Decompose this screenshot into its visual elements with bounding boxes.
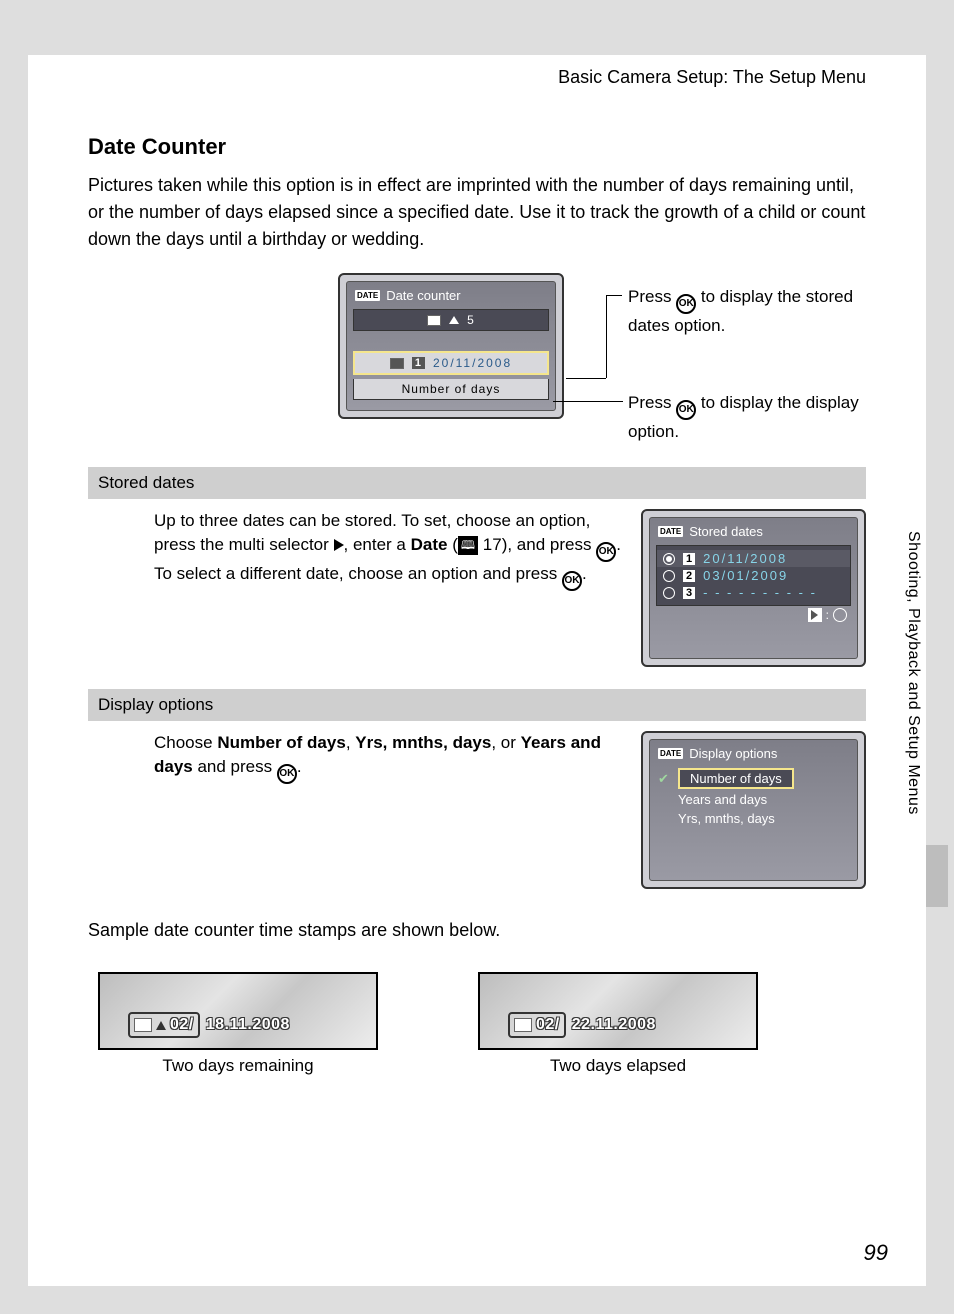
stored-dates-text: Up to three dates can be stored. To set,… xyxy=(154,509,625,667)
date-row-icon xyxy=(390,358,404,369)
date-badge-icon: DATE xyxy=(658,748,683,759)
callout-line xyxy=(553,401,623,402)
ok-button-icon: OK xyxy=(676,294,696,314)
stored-dates-bar: Stored dates xyxy=(88,467,866,499)
side-tab-label: Shooting, Playback and Setup Menus xyxy=(900,523,926,823)
ok-button-icon: OK xyxy=(277,764,297,784)
lcd-row-date-selected: 1 20/11/2008 xyxy=(353,351,549,375)
lcd-title: Stored dates xyxy=(689,524,763,539)
lcd-stored-dates: DATE Stored dates 1 20/11/2008 2 03/01/2… xyxy=(641,509,866,667)
section-title: Date Counter xyxy=(88,134,866,160)
stored-dates-row: Up to three dates can be stored. To set,… xyxy=(88,509,866,681)
lcd-display-options: DATE Display options ✔ Number of days Ye… xyxy=(641,731,866,889)
sample-image: 02/ 22.11.2008 xyxy=(478,972,758,1050)
counter-icon xyxy=(427,315,441,326)
callout-display-option: Press OK to display the display option. xyxy=(628,391,866,444)
stamp-icon xyxy=(514,1018,532,1032)
radio-icon xyxy=(663,570,675,582)
manual-page: Basic Camera Setup: The Setup Menu Date … xyxy=(0,0,954,1314)
display-options-row: Choose Number of days, Yrs, mnths, days,… xyxy=(88,731,866,903)
callout-line xyxy=(566,378,606,379)
sample-caption: Two days remaining xyxy=(98,1056,378,1076)
stored-date-item: 1 20/11/2008 xyxy=(657,550,850,567)
display-option-item: Yrs, mnths, days xyxy=(656,809,851,828)
num-badge-1: 1 xyxy=(412,357,425,369)
page-header: Basic Camera Setup: The Setup Menu xyxy=(88,67,866,88)
date-badge-icon: DATE xyxy=(658,526,683,537)
radio-selected-icon xyxy=(663,553,675,565)
manual-ref-icon: 🕮 xyxy=(458,536,478,555)
check-icon: ✔ xyxy=(658,773,670,785)
display-option-item: Years and days xyxy=(656,790,851,809)
callout-line xyxy=(606,295,607,378)
sample-intro: Sample date counter time stamps are show… xyxy=(88,917,866,944)
right-arrow-icon xyxy=(334,539,344,551)
lcd-date-counter: DATE Date counter 5 1 20/11/2008 Number … xyxy=(338,273,564,419)
stored-date-item: 2 03/01/2009 xyxy=(657,567,850,584)
ok-button-icon: OK xyxy=(562,571,582,591)
ok-button-icon: OK xyxy=(676,400,696,420)
display-option-item: ✔ Number of days xyxy=(656,767,851,790)
lcd-title: Display options xyxy=(689,746,777,761)
date-badge-icon: DATE xyxy=(355,290,380,301)
ok-button-icon: OK xyxy=(596,542,616,562)
play-icon xyxy=(808,608,822,622)
display-options-text: Choose Number of days, Yrs, mnths, days,… xyxy=(154,731,625,889)
triangle-up-icon xyxy=(156,1021,166,1030)
confirm-icon xyxy=(833,608,847,622)
lcd-title: Date counter xyxy=(386,288,460,303)
side-tab-marker xyxy=(926,845,948,907)
stored-date-item: 3 - - - - - - - - - - xyxy=(657,584,850,601)
callout-stored-dates: Press OK to display the stored dates opt… xyxy=(628,285,866,338)
lcd-row-counter: 5 xyxy=(353,309,549,331)
sample-caption: Two days elapsed xyxy=(478,1056,758,1076)
date-counter-diagram: DATE Date counter 5 1 20/11/2008 Number … xyxy=(88,273,866,453)
display-options-bar: Display options xyxy=(88,689,866,721)
sample-elapsed: 02/ 22.11.2008 Two days elapsed xyxy=(478,972,758,1076)
lcd-row-number-of-days: Number of days xyxy=(353,379,549,400)
stamp-icon xyxy=(134,1018,152,1032)
sample-row: 02/ 18.11.2008 Two days remaining 02/ 22… xyxy=(88,964,866,1076)
callout-line xyxy=(606,295,622,296)
sample-image: 02/ 18.11.2008 xyxy=(98,972,378,1050)
page-number: 99 xyxy=(864,1240,888,1266)
intro-paragraph: Pictures taken while this option is in e… xyxy=(88,172,866,253)
radio-icon xyxy=(663,587,675,599)
sample-remaining: 02/ 18.11.2008 Two days remaining xyxy=(98,972,378,1076)
triangle-up-icon xyxy=(449,316,459,324)
